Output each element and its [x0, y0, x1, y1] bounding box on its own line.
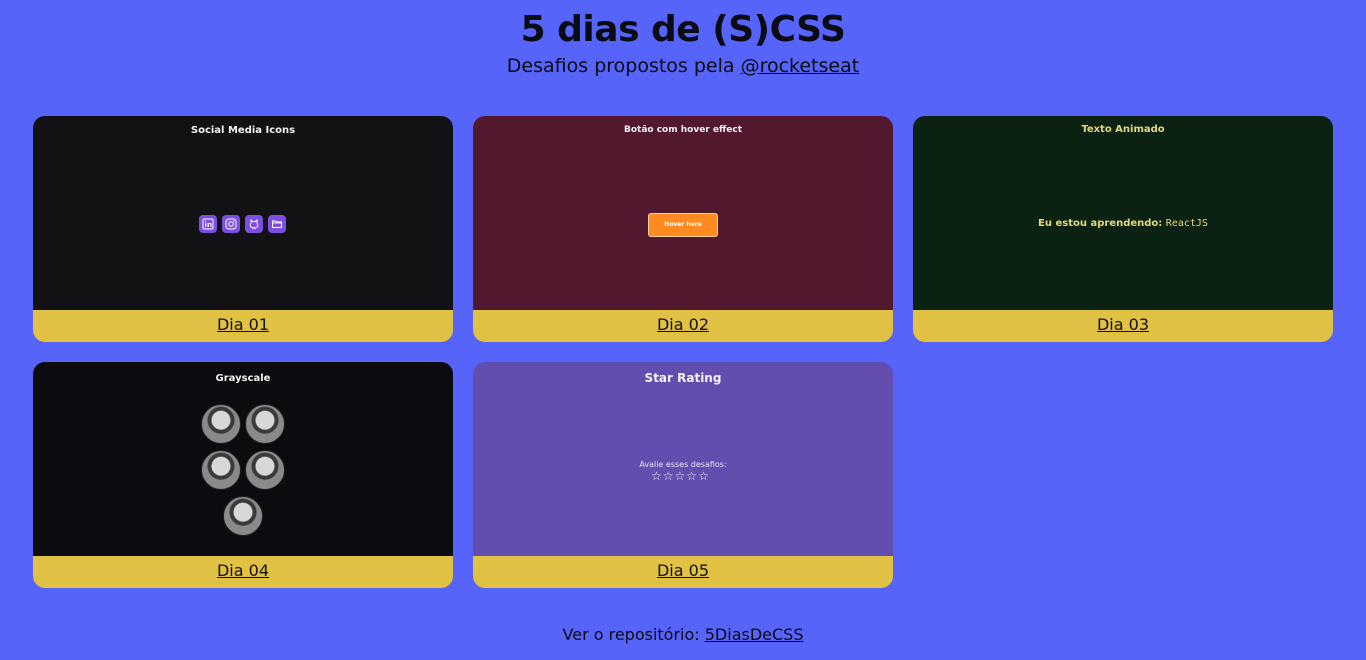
- page-title: 5 dias de (S)CSS: [520, 9, 846, 50]
- folder-icon: [268, 215, 286, 233]
- rocketseat-link[interactable]: @rocketseat: [741, 55, 860, 77]
- page-footer: Ver o repositório: 5DiasDeCSS: [0, 625, 1366, 645]
- star-rating: ☆ ☆ ☆ ☆ ☆: [651, 469, 709, 483]
- preview-title: Star Rating: [644, 371, 722, 385]
- card-preview[interactable]: Botão com hover effect Hover here: [473, 116, 893, 310]
- day-05-link[interactable]: Dia 05: [473, 556, 893, 588]
- star-icon: ☆: [686, 469, 698, 483]
- avatar-photo: [201, 404, 241, 444]
- avatar-photo: [201, 450, 241, 490]
- card-preview[interactable]: Star Rating Avalie esses desafios: ☆ ☆ ☆…: [473, 362, 893, 556]
- challenge-card-day-03[interactable]: Texto Animado Eu estou aprendendo: React…: [913, 116, 1333, 342]
- animated-text: Eu estou aprendendo: ReactJS: [913, 218, 1333, 229]
- day-01-link[interactable]: Dia 01: [33, 310, 453, 342]
- challenge-card-day-04[interactable]: Grayscale Dia 04: [33, 362, 453, 588]
- social-icons-row: [199, 215, 286, 233]
- challenge-card-day-02[interactable]: Botão com hover effect Hover here Dia 02: [473, 116, 893, 342]
- hover-button-demo: Hover here: [648, 213, 718, 237]
- card-preview[interactable]: Social Media Icons: [33, 116, 453, 310]
- avatar-photo: [245, 450, 285, 490]
- page-subtitle: Desafios propostos pela @rocketseat: [0, 54, 1366, 78]
- card-preview[interactable]: Grayscale: [33, 362, 453, 556]
- preview-title: Grayscale: [215, 373, 271, 384]
- avatar-photo: [245, 404, 285, 444]
- rating-label: Avalie esses desafios:: [639, 460, 727, 469]
- animated-text-prefix: Eu estou aprendendo:: [1038, 218, 1166, 229]
- animated-text-word: ReactJS: [1165, 218, 1208, 229]
- page-header: 5 dias de (S)CSS Desafios propostos pela…: [0, 8, 1366, 78]
- preview-title: Botão com hover effect: [623, 125, 743, 135]
- star-icon: ☆: [674, 469, 686, 483]
- preview-title: Social Media Icons: [190, 125, 296, 136]
- card-preview[interactable]: Texto Animado Eu estou aprendendo: React…: [913, 116, 1333, 310]
- preview-title: Texto Animado: [1081, 124, 1165, 135]
- challenge-card-day-01[interactable]: Social Media Icons Dia 01: [33, 116, 453, 342]
- footer-text: Ver o repositório:: [562, 625, 705, 644]
- day-03-link[interactable]: Dia 03: [913, 310, 1333, 342]
- day-02-link[interactable]: Dia 02: [473, 310, 893, 342]
- avatar-photo: [223, 496, 263, 536]
- instagram-icon: [222, 215, 240, 233]
- star-icon: ☆: [662, 469, 674, 483]
- day-04-link[interactable]: Dia 04: [33, 556, 453, 588]
- repository-link[interactable]: 5DiasDeCSS: [705, 625, 804, 644]
- challenge-card-day-05[interactable]: Star Rating Avalie esses desafios: ☆ ☆ ☆…: [473, 362, 893, 588]
- linkedin-icon: [199, 215, 217, 233]
- subtitle-text: Desafios propostos pela: [506, 55, 741, 77]
- star-icon: ☆: [651, 469, 662, 483]
- github-icon: [245, 215, 263, 233]
- star-icon: ☆: [698, 469, 709, 483]
